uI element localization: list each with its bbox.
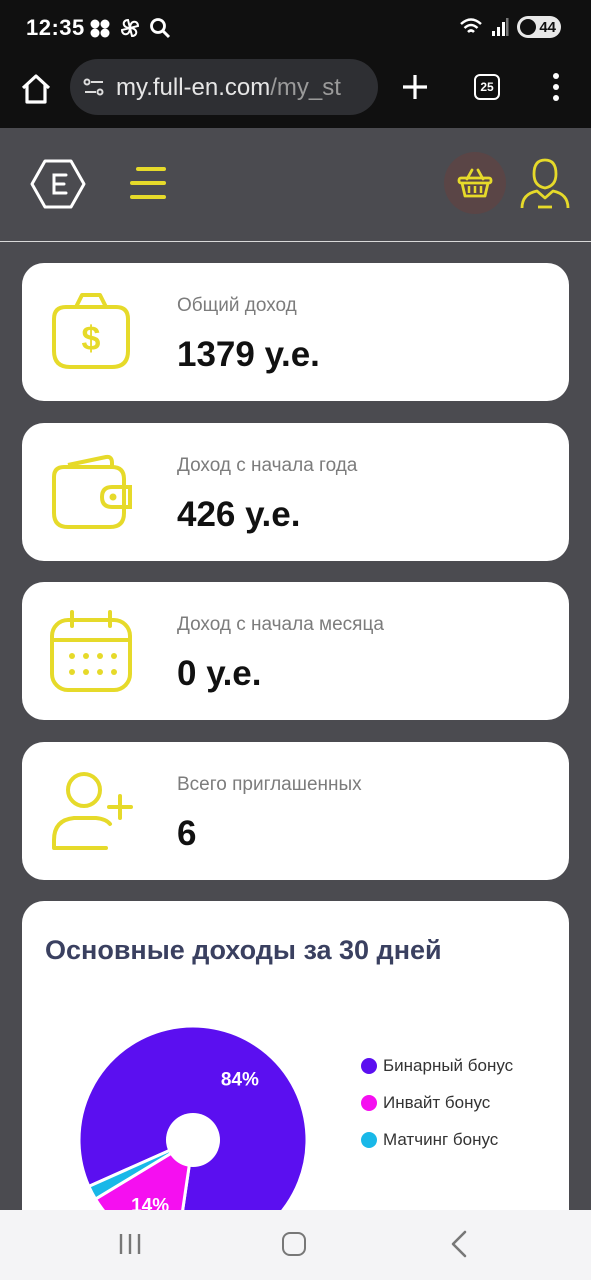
pie-slice-label: 84% bbox=[221, 1069, 259, 1090]
legend-marker bbox=[361, 1131, 377, 1148]
battery-level: 44 bbox=[539, 18, 556, 36]
card-label: Всего приглашенных bbox=[177, 774, 362, 795]
cluster-icon bbox=[90, 19, 110, 38]
chart-legend: Бинарный бонус Инвайт бонус Матчинг бонус bbox=[361, 1047, 513, 1158]
notification-icons bbox=[88, 16, 172, 40]
status-time: 12:35 bbox=[26, 15, 85, 40]
user-add-icon bbox=[52, 772, 133, 850]
more-options-icon[interactable] bbox=[546, 70, 566, 104]
recent-apps-icon[interactable] bbox=[118, 1232, 142, 1256]
pie-center-hole bbox=[166, 1113, 220, 1167]
invited-card: Всего приглашенных 6 bbox=[22, 742, 569, 880]
pinwheel-icon bbox=[120, 18, 140, 38]
hamburger-menu-icon[interactable] bbox=[128, 165, 168, 201]
legend-item[interactable]: Бинарный бонус bbox=[361, 1047, 513, 1084]
tab-switcher-button[interactable]: 25 bbox=[474, 74, 500, 100]
legend-item[interactable]: Матчинг бонус bbox=[361, 1121, 513, 1158]
home-button-icon[interactable] bbox=[282, 1232, 306, 1256]
calendar-icon bbox=[50, 610, 132, 692]
legend-label: Инвайт бонус bbox=[383, 1092, 491, 1112]
legend-marker bbox=[361, 1057, 377, 1074]
basket-button[interactable] bbox=[444, 152, 506, 214]
back-icon[interactable] bbox=[448, 1230, 470, 1258]
signal-icon bbox=[492, 18, 509, 36]
search-icon bbox=[150, 18, 171, 39]
card-value: 1379 у.е. bbox=[177, 335, 320, 374]
browser-toolbar: my.full-en.com/my_st 25 bbox=[0, 56, 591, 128]
legend-item[interactable]: Инвайт бонус bbox=[361, 1084, 513, 1121]
year-income-card: Доход с начала года 426 у.е. bbox=[22, 423, 569, 561]
legend-marker bbox=[361, 1094, 377, 1111]
battery-saver-icon bbox=[520, 19, 536, 35]
card-label: Доход с начала года bbox=[177, 455, 358, 476]
status-right: 44 bbox=[459, 16, 561, 38]
site-header bbox=[0, 128, 591, 242]
month-income-card: Доход с начала месяца 0 у.е. bbox=[22, 582, 569, 720]
url-domain: my.full-en.com bbox=[116, 74, 271, 101]
profile-icon[interactable] bbox=[518, 156, 572, 212]
card-value: 6 bbox=[177, 814, 197, 853]
address-bar[interactable]: my.full-en.com/my_st bbox=[70, 59, 378, 115]
total-income-card: $ Общий доход 1379 у.е. bbox=[22, 263, 569, 401]
legend-label: Бинарный бонус bbox=[383, 1055, 514, 1075]
legend-label: Матчинг бонус bbox=[383, 1129, 499, 1149]
home-icon[interactable] bbox=[18, 71, 54, 107]
status-bar: 12:35 44 bbox=[0, 0, 591, 56]
card-value: 0 у.е. bbox=[177, 654, 262, 693]
logo[interactable] bbox=[30, 158, 86, 210]
card-value: 426 у.е. bbox=[177, 495, 301, 534]
site-settings-icon[interactable] bbox=[82, 75, 106, 99]
card-label: Общий доход bbox=[177, 295, 297, 316]
url-path: /my_st bbox=[270, 74, 341, 101]
svg-text:$: $ bbox=[82, 320, 101, 358]
battery-indicator: 44 bbox=[517, 16, 561, 38]
basket-icon bbox=[457, 168, 493, 198]
money-bag-icon: $ bbox=[52, 293, 130, 369]
new-tab-icon[interactable] bbox=[398, 70, 432, 104]
card-label: Доход с начала месяца bbox=[177, 614, 384, 635]
wifi-icon bbox=[460, 18, 482, 33]
url-text[interactable]: my.full-en.com/my_st bbox=[116, 74, 341, 102]
wallet-icon bbox=[52, 454, 132, 529]
system-navigation-bar bbox=[0, 1210, 591, 1280]
